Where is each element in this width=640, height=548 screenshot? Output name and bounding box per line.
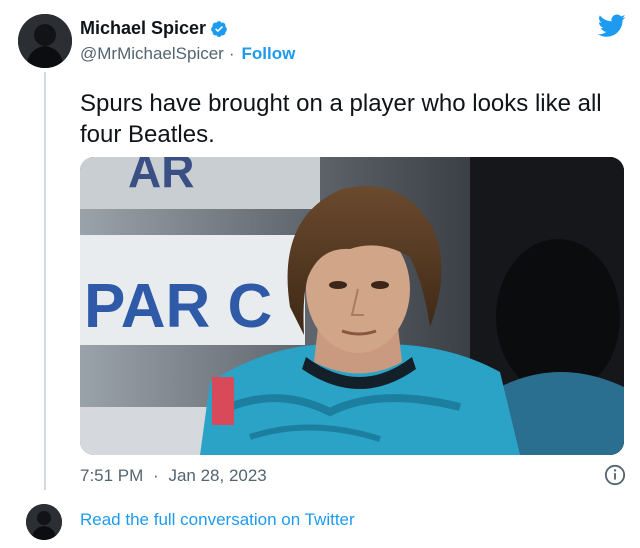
info-icon[interactable] bbox=[604, 464, 626, 486]
author-avatar[interactable] bbox=[18, 14, 72, 68]
media-sign-text: PAR C bbox=[84, 272, 272, 341]
author-display-name[interactable]: Michael Spicer bbox=[80, 18, 206, 39]
tweet-card: Michael Spicer @MrMichaelSpicer · Follow… bbox=[0, 0, 640, 548]
tweet-media-image[interactable]: AR PAR C bbox=[80, 157, 624, 455]
tweet-time: 7:51 PM bbox=[80, 466, 144, 485]
follow-button[interactable]: Follow bbox=[242, 44, 296, 64]
media-sign-text-top: AR bbox=[128, 157, 194, 197]
tweet-date: Jan 28, 2023 bbox=[168, 466, 267, 485]
timestamp-separator: · bbox=[153, 466, 159, 485]
read-conversation-link[interactable]: Read the full conversation on Twitter bbox=[80, 510, 355, 530]
twitter-bird-icon[interactable] bbox=[598, 14, 626, 38]
tweet-timestamp[interactable]: 7:51 PM · Jan 28, 2023 bbox=[80, 466, 267, 486]
verified-badge-icon bbox=[211, 20, 227, 37]
tweet-text: Spurs have brought on a player who looks… bbox=[80, 90, 602, 148]
thread-line bbox=[44, 72, 46, 490]
author-small-avatar bbox=[26, 504, 62, 540]
separator-dot: · bbox=[228, 44, 235, 63]
author-handle[interactable]: @MrMichaelSpicer bbox=[80, 44, 224, 64]
author-handle-row: @MrMichaelSpicer · Follow bbox=[80, 44, 295, 64]
author-name-row: Michael Spicer bbox=[80, 18, 228, 39]
